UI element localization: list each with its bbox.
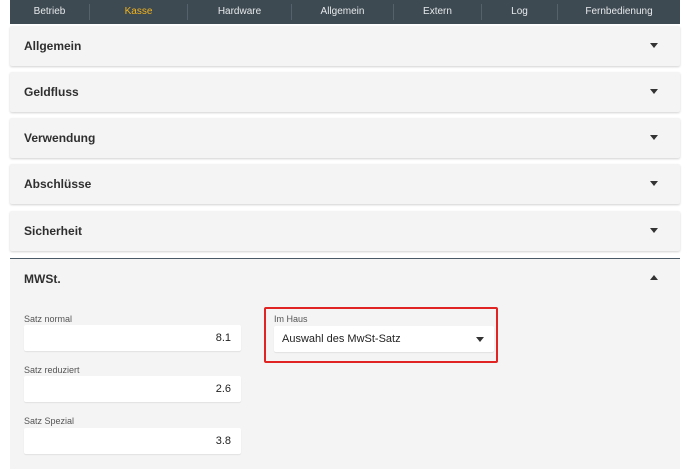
panel-verwendung[interactable]: Verwendung bbox=[10, 118, 680, 158]
panel-title: Allgemein bbox=[24, 39, 82, 53]
tab-fernbedienung[interactable]: Fernbedienung bbox=[558, 4, 680, 20]
panel-mwst: MWSt. Satz normal 8.1 Satz reduziert 2.6… bbox=[10, 258, 680, 469]
panel-geldfluss[interactable]: Geldfluss bbox=[10, 72, 680, 112]
im-haus-label: Im Haus bbox=[274, 314, 308, 324]
panel-title: Geldfluss bbox=[24, 85, 79, 99]
satz-normal-label: Satz normal bbox=[24, 314, 73, 324]
panel-title: Verwendung bbox=[24, 131, 96, 145]
satz-normal-input[interactable]: 8.1 bbox=[24, 325, 241, 351]
chevron-down-icon bbox=[650, 135, 658, 140]
top-navigation: Betrieb Kasse Hardware Allgemein Extern … bbox=[10, 0, 680, 24]
panel-mwst-header[interactable]: MWSt. bbox=[10, 259, 680, 299]
im-haus-select[interactable]: Auswahl des MwSt-Satz bbox=[274, 326, 494, 352]
satz-reduziert-label: Satz reduziert bbox=[24, 365, 80, 375]
panel-title: Sicherheit bbox=[24, 224, 83, 238]
chevron-down-icon bbox=[650, 89, 658, 94]
satz-reduziert-input[interactable]: 2.6 bbox=[24, 376, 241, 402]
chevron-down-icon bbox=[650, 228, 658, 233]
satz-spezial-input[interactable]: 3.8 bbox=[24, 428, 241, 454]
tab-log[interactable]: Log bbox=[482, 4, 558, 20]
tab-extern[interactable]: Extern bbox=[394, 4, 482, 20]
tab-allgemein[interactable]: Allgemein bbox=[292, 4, 394, 20]
tab-betrieb[interactable]: Betrieb bbox=[10, 4, 90, 20]
panel-abschluesse[interactable]: Abschlüsse bbox=[10, 164, 680, 204]
panel-title: Abschlüsse bbox=[24, 177, 92, 191]
panel-title: MWSt. bbox=[24, 272, 61, 286]
dropdown-arrow-icon bbox=[476, 337, 484, 342]
im-haus-selected-value: Auswahl des MwSt-Satz bbox=[282, 333, 401, 345]
tab-hardware[interactable]: Hardware bbox=[188, 4, 292, 20]
panel-sicherheit[interactable]: Sicherheit bbox=[10, 211, 680, 251]
tab-kasse[interactable]: Kasse bbox=[90, 4, 188, 20]
chevron-up-icon bbox=[650, 275, 658, 280]
satz-spezial-label: Satz Spezial bbox=[24, 416, 75, 426]
panel-allgemein[interactable]: Allgemein bbox=[10, 26, 680, 66]
chevron-down-icon bbox=[650, 181, 658, 186]
chevron-down-icon bbox=[650, 43, 658, 48]
